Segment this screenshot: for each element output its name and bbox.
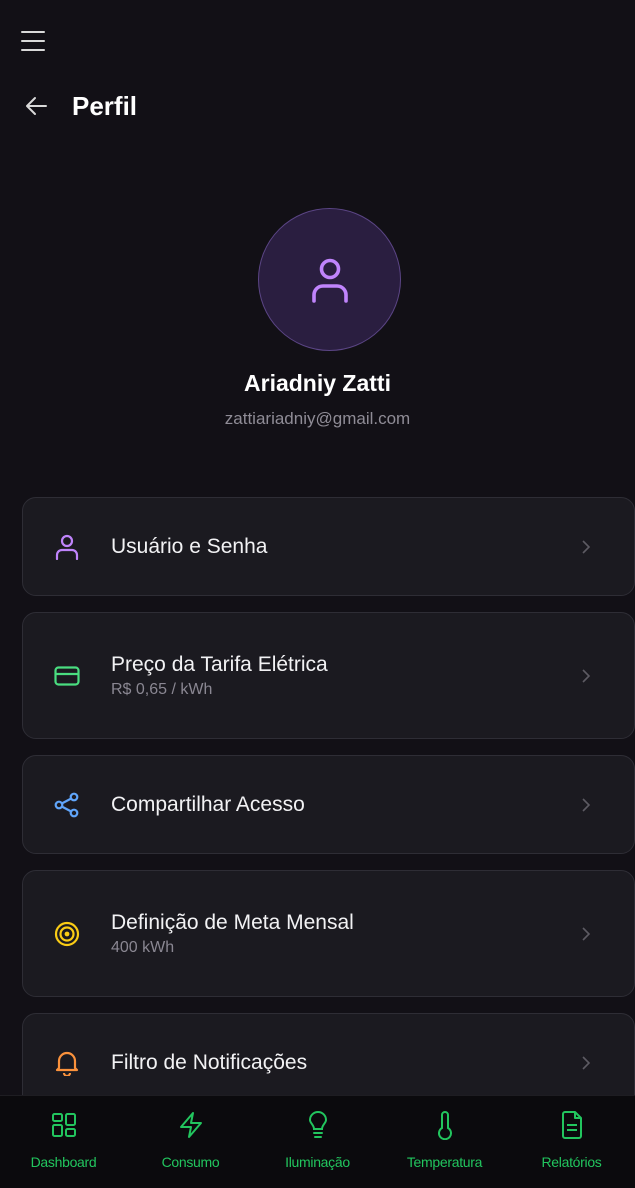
settings-item-share-access[interactable]: Compartilhar Acesso xyxy=(22,755,635,854)
settings-item-label: Filtro de Notificações xyxy=(111,1050,308,1074)
chevron-right-icon xyxy=(582,926,591,941)
page-header: Perfil xyxy=(22,86,137,126)
target-icon xyxy=(53,920,81,948)
share-icon xyxy=(53,791,81,819)
nav-item-consumo[interactable]: Consumo xyxy=(127,1096,254,1188)
bell-icon xyxy=(53,1049,81,1077)
profile-name: Ariadniy Zatti xyxy=(244,370,391,396)
chevron-right-icon xyxy=(582,797,591,812)
report-file-icon xyxy=(557,1110,587,1140)
settings-item-monthly-goal[interactable]: Definição de Meta Mensal 400 kWh xyxy=(22,870,635,997)
settings-item-label: Compartilhar Acesso xyxy=(111,792,305,816)
thermometer-icon xyxy=(430,1110,460,1140)
avatar[interactable] xyxy=(258,208,401,351)
nav-item-dashboard[interactable]: Dashboard xyxy=(0,1096,127,1188)
nav-label: Consumo xyxy=(161,1154,220,1170)
chevron-right-icon xyxy=(582,668,591,683)
credit-card-icon xyxy=(53,662,81,690)
profile-email: zattiariadniy@gmail.com xyxy=(224,409,411,428)
user-icon xyxy=(311,258,348,303)
settings-item-label: Definição de Meta Mensal xyxy=(111,910,354,934)
user-icon xyxy=(53,533,81,561)
nav-label: Dashboard xyxy=(30,1154,97,1170)
settings-item-tariff[interactable]: Preço da Tarifa Elétrica R$ 0,65 / kWh xyxy=(22,612,635,739)
nav-label: Relatórios xyxy=(541,1154,602,1170)
profile-screen: Perfil Ariadniy Zatti zattiariadniy@gmai… xyxy=(0,0,635,1188)
chevron-right-icon xyxy=(582,539,591,554)
nav-label: Temperatura xyxy=(406,1154,483,1170)
nav-label: Iluminação xyxy=(285,1154,350,1170)
goal-value: 400 kWh xyxy=(111,938,175,956)
arrow-left-icon[interactable] xyxy=(22,92,50,120)
settings-item-label: Usuário e Senha xyxy=(111,534,268,558)
nav-item-relatorios[interactable]: Relatórios xyxy=(508,1096,635,1188)
dashboard-grid-icon xyxy=(49,1110,79,1140)
hamburger-menu-icon[interactable] xyxy=(20,28,46,54)
settings-item-user-password[interactable]: Usuário e Senha xyxy=(22,497,635,596)
tariff-value: R$ 0,65 / kWh xyxy=(111,680,213,698)
lightbulb-icon xyxy=(303,1110,333,1140)
nav-item-temperatura[interactable]: Temperatura xyxy=(381,1096,508,1188)
chevron-right-icon xyxy=(582,1055,591,1070)
bottom-navigation: Dashboard Consumo Iluminação Temperatura… xyxy=(0,1095,635,1188)
nav-item-iluminacao[interactable]: Iluminação xyxy=(254,1096,381,1188)
lightning-icon xyxy=(176,1110,206,1140)
settings-list: Usuário e Senha Preço da Tarifa Elétrica… xyxy=(22,497,635,1128)
page-title: Perfil xyxy=(72,90,138,121)
settings-item-label: Preço da Tarifa Elétrica xyxy=(111,652,328,676)
